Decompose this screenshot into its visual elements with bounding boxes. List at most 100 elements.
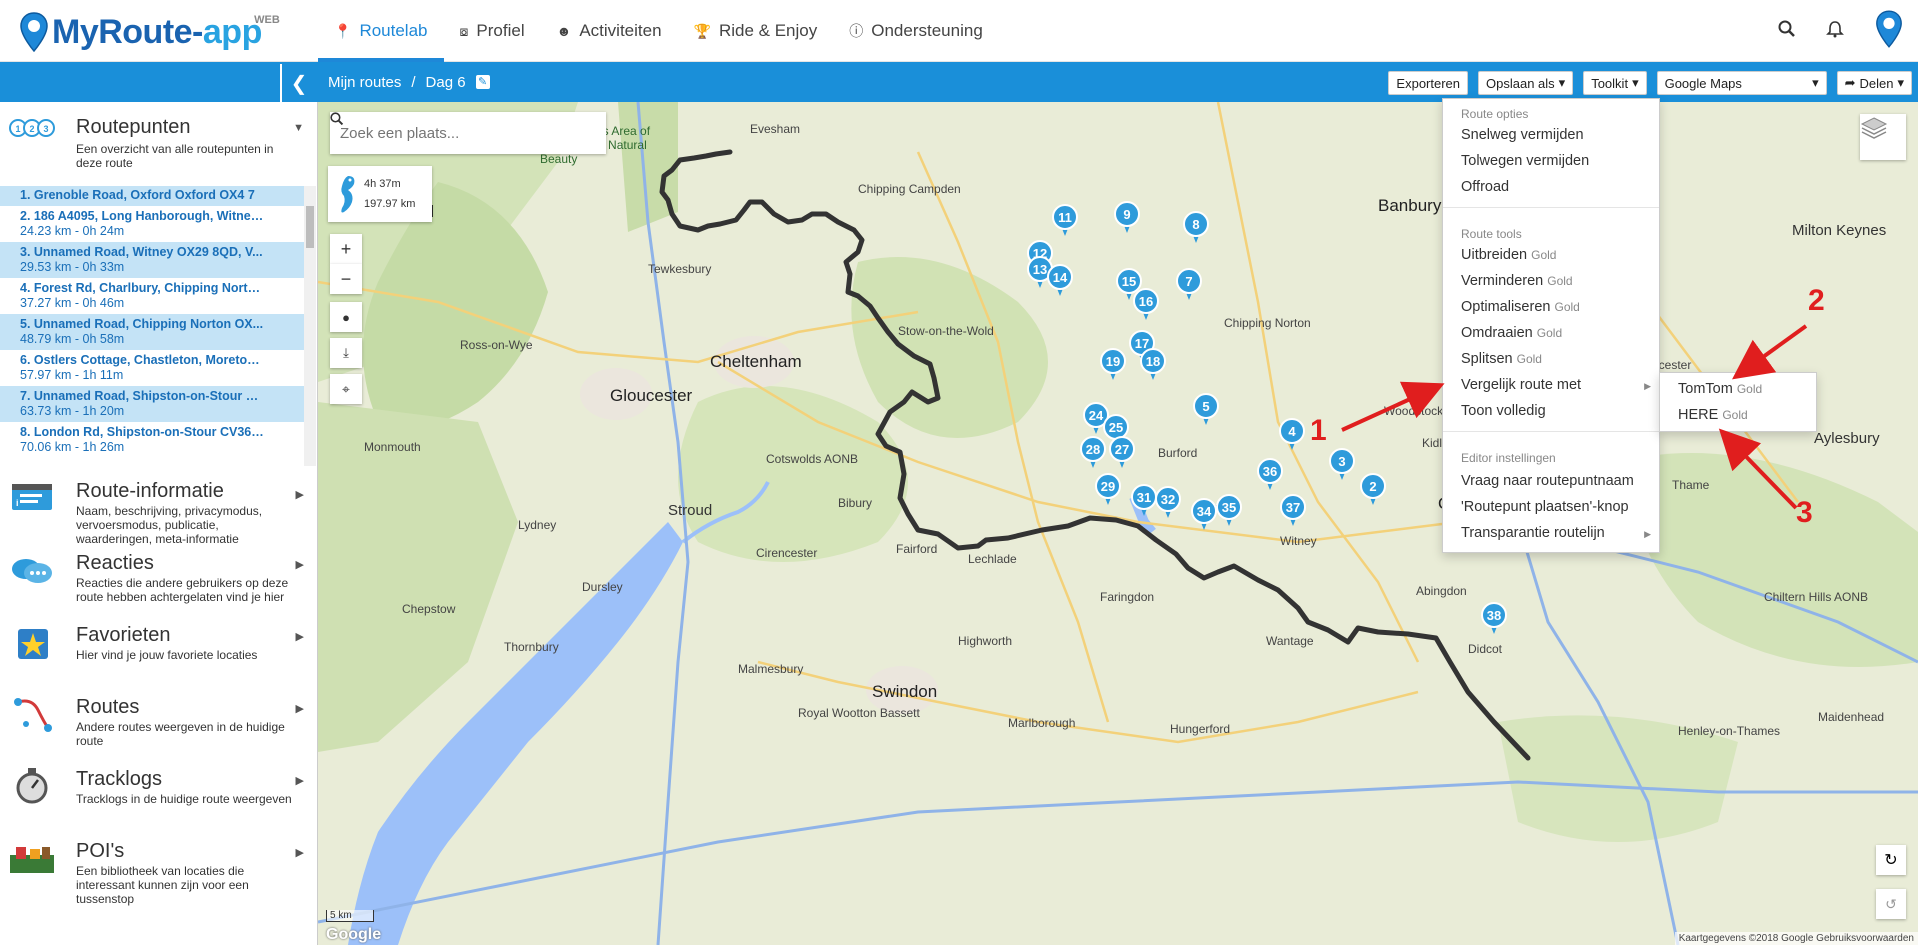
menu-item-ask-point-name[interactable]: Vraag naar routepuntnaam bbox=[1461, 473, 1634, 489]
map-type-select[interactable]: Google Maps ▾ bbox=[1656, 71, 1827, 95]
route-marker[interactable]: 38 bbox=[1481, 602, 1507, 636]
route-marker[interactable]: 35 bbox=[1216, 494, 1242, 528]
nav-activiteiten[interactable]: ☻ Activiteiten bbox=[541, 0, 678, 62]
route-marker[interactable]: 8 bbox=[1183, 211, 1209, 245]
routes-title: Routes bbox=[76, 696, 140, 718]
map-layers-button[interactable] bbox=[1860, 114, 1906, 160]
refresh-button[interactable]: ↻ bbox=[1876, 845, 1906, 875]
route-marker[interactable]: 36 bbox=[1257, 458, 1283, 492]
town-label: Maidenhead bbox=[1818, 710, 1885, 724]
route-marker[interactable]: 32 bbox=[1155, 486, 1181, 520]
list-item[interactable]: 1. Grenoble Road, Oxford Oxford OX4 7 bbox=[0, 186, 304, 206]
place-search-input[interactable] bbox=[340, 124, 560, 142]
route-marker[interactable]: 28 bbox=[1080, 436, 1106, 470]
toolkit-button[interactable]: Toolkit ▾ bbox=[1583, 71, 1647, 95]
route-marker[interactable]: 29 bbox=[1095, 473, 1121, 507]
section-reacties[interactable]: Reacties Reacties die andere gebruikers … bbox=[0, 550, 318, 614]
list-item[interactable]: 4. Forest Rd, Charlbury, Chipping Norto.… bbox=[0, 278, 304, 314]
list-item[interactable]: 5. Unnamed Road, Chipping Norton OX... 48… bbox=[0, 314, 304, 350]
route-marker[interactable]: 11 bbox=[1052, 204, 1078, 238]
section-favorieten[interactable]: Favorieten Hier vind je jouw favoriete l… bbox=[0, 622, 318, 682]
menu-item-place-point-button[interactable]: 'Routepunt plaatsen'-knop bbox=[1461, 499, 1629, 515]
undo-button[interactable]: ↺ bbox=[1876, 889, 1906, 919]
route-marker[interactable]: 7 bbox=[1176, 268, 1202, 302]
route-marker[interactable]: 2 bbox=[1360, 473, 1386, 507]
menu-item-split[interactable]: Splitsen Gold bbox=[1461, 351, 1542, 367]
section-route-informatie[interactable]: i Route-informatie Naam, beschrijving, p… bbox=[0, 474, 318, 546]
section-pois[interactable]: POI's Een bibliotheek van locaties die i… bbox=[0, 838, 318, 918]
user-avatar-pin-icon[interactable] bbox=[1874, 8, 1904, 55]
my-location-button[interactable]: ⌖ bbox=[330, 374, 362, 404]
search-icon[interactable] bbox=[1778, 20, 1796, 43]
menu-item-optimize[interactable]: Optimaliseren Gold bbox=[1461, 299, 1580, 315]
routepoint-title: 1. Grenoble Road, Oxford Oxford OX4 7 bbox=[20, 188, 255, 202]
bell-icon[interactable] bbox=[1826, 20, 1844, 43]
route-marker-number: 34 bbox=[1191, 498, 1217, 524]
caret-right-icon: ▶ bbox=[1644, 529, 1651, 539]
app-logo[interactable]: MyRoute-app WEB bbox=[18, 8, 280, 56]
nav-ride-enjoy[interactable]: 🏆 Ride & Enjoy bbox=[678, 0, 834, 62]
pois-title: POI's bbox=[76, 840, 125, 862]
route-marker[interactable]: 19 bbox=[1100, 348, 1126, 382]
zoom-out-button[interactable]: − bbox=[330, 264, 362, 294]
caret-right-icon: ▶ bbox=[295, 631, 304, 643]
route-marker[interactable]: 18 bbox=[1140, 348, 1166, 382]
scrollbar-thumb[interactable] bbox=[306, 206, 314, 248]
section-tracklogs[interactable]: Tracklogs Tracklogs in de huidige route … bbox=[0, 766, 318, 826]
nav-profiel[interactable]: ⧇ Profiel bbox=[444, 0, 541, 62]
list-item[interactable]: 3. Unnamed Road, Witney OX29 8QD, V... 29… bbox=[0, 242, 304, 278]
routepoint-title: 3. Unnamed Road, Witney OX29 8QD, V... bbox=[20, 245, 263, 259]
town-label: Lechlade bbox=[968, 552, 1017, 566]
list-scrollbar[interactable] bbox=[304, 186, 316, 466]
submenu-item-tomtom[interactable]: TomTom Gold bbox=[1678, 381, 1762, 397]
map-attribution[interactable]: Kaartgegevens ©2018 Google Gebruiksvoorw… bbox=[1674, 932, 1918, 945]
list-item[interactable]: 7. Unnamed Road, Shipston-on-Stour C... 6… bbox=[0, 386, 304, 422]
export-button[interactable]: Exporteren bbox=[1388, 71, 1469, 95]
list-item[interactable]: 6. Ostlers Cottage, Chastleton, Moreton.… bbox=[0, 350, 304, 386]
gold-badge: Gold bbox=[1536, 326, 1563, 340]
menu-item-extend[interactable]: Uitbreiden Gold bbox=[1461, 247, 1556, 263]
menu-item-avoid-highways[interactable]: Snelweg vermijden bbox=[1461, 127, 1584, 143]
menu-item-show-full[interactable]: Toon volledig bbox=[1461, 403, 1546, 419]
route-marker[interactable]: 5 bbox=[1193, 393, 1219, 427]
sidebar: 1 2 3 Routepunten Een overzicht van alle… bbox=[0, 102, 318, 945]
route-marker[interactable]: 31 bbox=[1131, 484, 1157, 518]
section-routes[interactable]: Routes Andere routes weergeven in de hui… bbox=[0, 694, 318, 758]
route-marker-number: 37 bbox=[1280, 494, 1306, 520]
route-marker[interactable]: 14 bbox=[1047, 264, 1073, 298]
menu-item-offroad[interactable]: Offroad bbox=[1461, 179, 1509, 195]
route-marker[interactable]: 4 bbox=[1279, 418, 1305, 452]
nav-routelab[interactable]: 📍 Routelab bbox=[318, 0, 444, 62]
breadcrumb-root[interactable]: Mijn routes bbox=[328, 74, 401, 91]
edit-icon[interactable]: ✎ bbox=[475, 75, 490, 89]
route-marker[interactable]: 37 bbox=[1280, 494, 1306, 528]
menu-item-compare-with[interactable]: Vergelijk route met bbox=[1461, 377, 1581, 393]
route-marker-number: 38 bbox=[1481, 602, 1507, 628]
zoom-in-button[interactable]: + bbox=[330, 234, 362, 264]
route-marker[interactable]: 3 bbox=[1329, 448, 1355, 482]
nav-ondersteuning[interactable]: ⓘ Ondersteuning bbox=[833, 0, 999, 62]
download-button[interactable]: ⤓ bbox=[330, 338, 362, 368]
breadcrumb-separator: / bbox=[411, 73, 416, 91]
list-item[interactable]: 8. London Rd, Shipston-on-Stour CV36 5..… bbox=[0, 422, 304, 458]
list-item[interactable]: 2. 186 A4095, Long Hanborough, Witney...… bbox=[0, 206, 304, 242]
gold-badge: Gold bbox=[1736, 382, 1763, 396]
menu-item-avoid-tolls[interactable]: Tolwegen vermijden bbox=[1461, 153, 1589, 169]
route-marker-number: 31 bbox=[1131, 484, 1157, 510]
collapse-sidebar-button[interactable]: ❮ bbox=[280, 64, 316, 102]
route-marker[interactable]: 16 bbox=[1133, 288, 1159, 322]
route-marker[interactable]: 27 bbox=[1109, 436, 1135, 470]
locate-pin-button[interactable]: ● bbox=[330, 302, 362, 332]
menu-item-reverse[interactable]: Omdraaien Gold bbox=[1461, 325, 1562, 341]
submenu-item-here[interactable]: HERE Gold bbox=[1678, 407, 1748, 423]
menu-item-route-transparency[interactable]: Transparantie routelijn bbox=[1461, 525, 1605, 541]
save-as-button[interactable]: Opslaan als ▾ bbox=[1478, 71, 1574, 95]
section-routepunten[interactable]: 1 2 3 Routepunten Een overzicht van alle… bbox=[0, 108, 318, 182]
share-button[interactable]: ➦ Delen ▾ bbox=[1836, 71, 1912, 95]
menu-item-reduce[interactable]: Verminderen Gold bbox=[1461, 273, 1573, 289]
map-canvas[interactable]: HerefordCheltenhamGloucesterBanburyOxfor… bbox=[318, 102, 1918, 945]
place-search-box[interactable] bbox=[330, 112, 606, 154]
routepoint-title: 6. Ostlers Cottage, Chastleton, Moreton.… bbox=[20, 353, 264, 367]
route-marker[interactable]: 9 bbox=[1114, 201, 1140, 235]
route-marker[interactable]: 34 bbox=[1191, 498, 1217, 532]
